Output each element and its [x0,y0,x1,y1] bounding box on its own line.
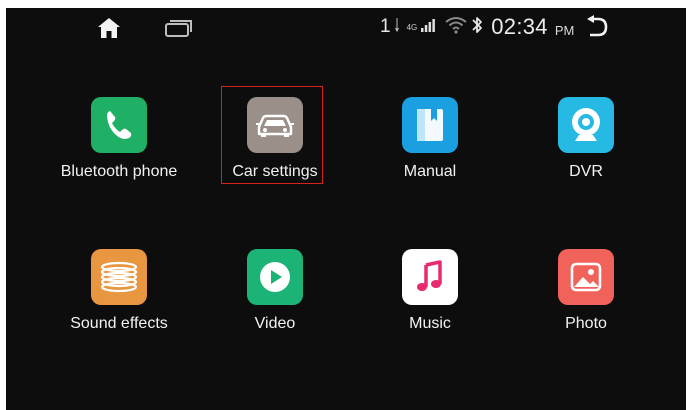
app-music[interactable]: Music [355,249,505,349]
play-icon [247,249,303,305]
app-bluetooth-phone[interactable]: Bluetooth phone [44,97,194,197]
bluetooth-icon [471,15,483,40]
app-label: DVR [569,163,603,180]
app-label: Bluetooth phone [60,163,178,180]
status-bar: 1 4G 02:34 PM [6,8,686,44]
clock-ampm: PM [554,22,575,38]
app-label: Video [254,315,296,332]
book-icon [402,97,458,153]
clock-time: 02:34 [491,14,548,39]
app-label: Car settings [232,163,318,180]
app-label: Music [409,315,451,332]
app-photo[interactable]: Photo [511,249,661,349]
app-label: Manual [403,163,457,180]
app-video[interactable]: Video [200,249,350,349]
app-label: Photo [565,315,607,332]
network-type: 4G [406,22,418,32]
data-arrows-icon [394,17,401,38]
speaker-icon [91,249,147,305]
app-dvr[interactable]: DVR [511,97,661,197]
back-icon[interactable] [584,15,610,39]
home-icon[interactable] [96,16,122,40]
app-sound-effects[interactable]: Sound effects [44,249,194,349]
app-label: Sound effects [70,315,168,332]
launcher-screen: 1 4G 02:34 PM Bluetooth phone Car settin… [6,8,686,410]
recent-apps-icon[interactable] [164,18,194,38]
app-manual[interactable]: Manual [355,97,505,197]
status-indicators: 1 4G 02:34 PM [380,12,574,42]
car-icon [247,97,303,153]
app-car-settings[interactable]: Car settings [200,97,350,197]
music-note-icon [402,249,458,305]
signal-icon [421,17,436,38]
phone-icon [91,97,147,153]
image-icon [558,249,614,305]
wifi-icon [445,16,467,39]
camera-icon [558,97,614,153]
sim-number: 1 [380,16,391,37]
